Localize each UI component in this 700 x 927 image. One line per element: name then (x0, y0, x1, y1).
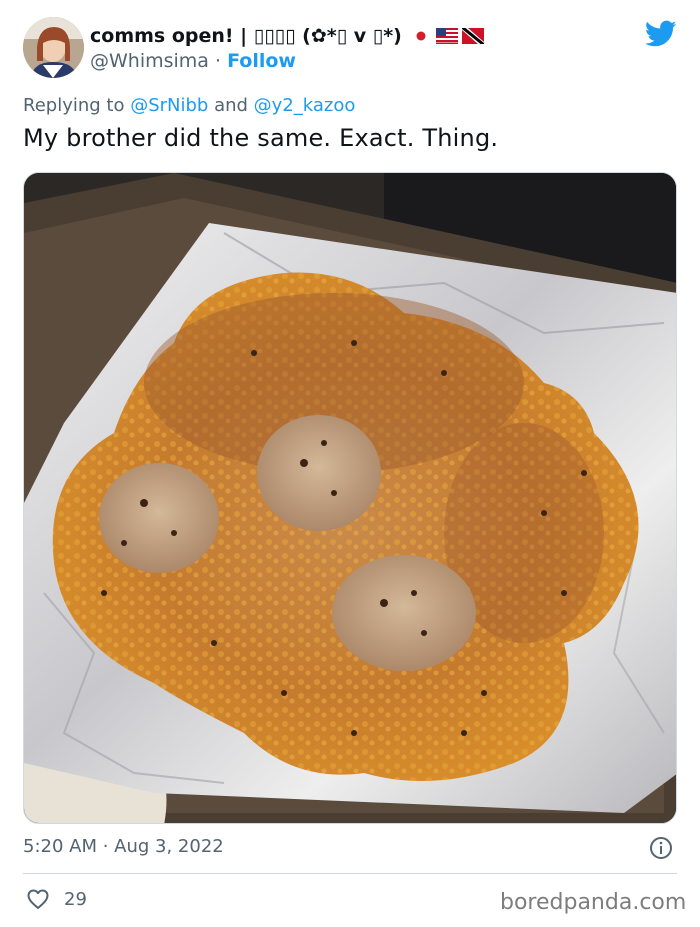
usa-flag-icon (435, 28, 458, 44)
handle-separator: · (208, 50, 228, 72)
mention-link[interactable]: @y2_kazoo (254, 95, 356, 116)
heart-icon[interactable] (26, 887, 50, 911)
author-name-row: comms open! | ▯▯▯▯ (✿*▯ v ▯*) (90, 22, 484, 50)
tweet-text: My brother did the same. Exact. Thing. (23, 124, 499, 152)
twitter-bird-icon[interactable] (645, 20, 677, 48)
mention-link[interactable]: @SrNibb (130, 95, 208, 116)
display-name[interactable]: comms open! | ▯▯▯▯ (✿*▯ v ▯*) (90, 25, 402, 47)
watermark: boredpanda.com (500, 890, 687, 915)
tweet-card: comms open! | ▯▯▯▯ (✿*▯ v ▯*) @Whimsima … (0, 0, 700, 927)
tweet-timestamp[interactable]: 5:20 AM · Aug 3, 2022 (23, 836, 224, 857)
follow-button[interactable]: Follow (227, 50, 296, 72)
reply-joiner: and (208, 95, 254, 116)
handle[interactable]: @Whimsima (90, 50, 209, 72)
divider (23, 873, 677, 874)
replying-to: Replying to @SrNibb and @y2_kazoo (23, 95, 355, 116)
like-count: 29 (64, 888, 87, 910)
trinidad-flag-icon (461, 28, 484, 44)
japan-flag-icon (409, 28, 432, 44)
avatar[interactable] (23, 17, 84, 78)
flag-emojis (409, 28, 484, 44)
reply-prefix: Replying to (23, 95, 131, 116)
like-button[interactable]: 29 (26, 887, 87, 911)
handle-row: @Whimsima · Follow (90, 50, 296, 72)
tweet-photo[interactable] (23, 172, 677, 824)
info-icon[interactable] (649, 836, 673, 860)
